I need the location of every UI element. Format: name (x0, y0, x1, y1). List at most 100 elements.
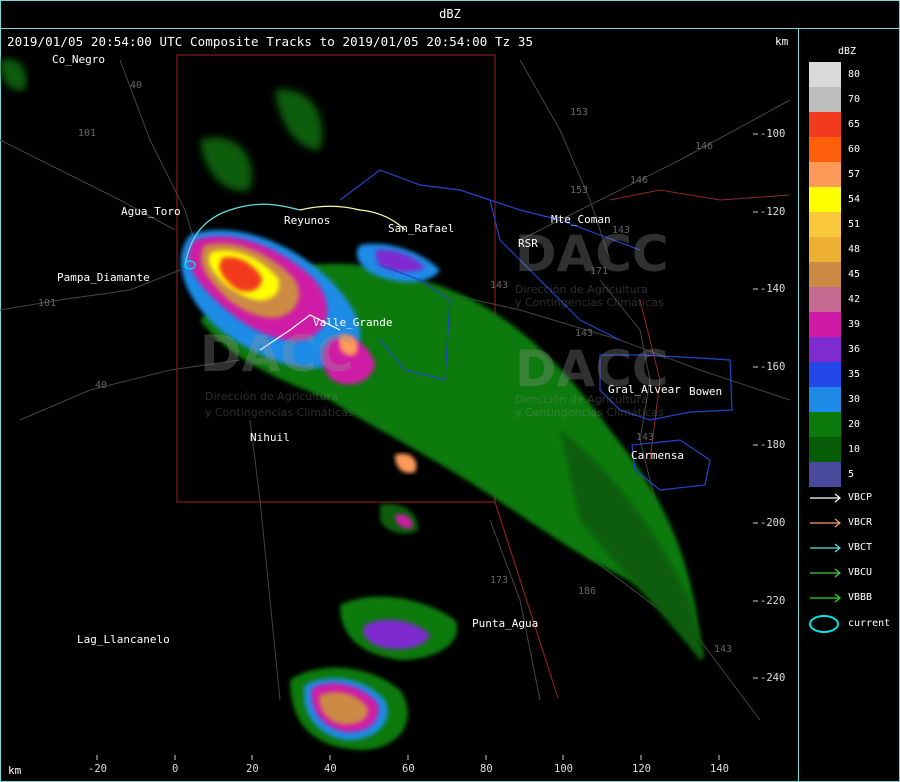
place-label: San_Rafael (388, 222, 455, 235)
x-tick-label: 40 (324, 763, 337, 775)
legend-swatch (809, 337, 841, 362)
legend-swatch (809, 462, 841, 487)
legend-value-label: 39 (848, 319, 861, 330)
watermark-line2-2: y Contingencias Climáticas (515, 296, 664, 309)
legend-value-label: 65 (848, 119, 861, 130)
legend-swatch (809, 137, 841, 162)
place-label: Agua_Toro (121, 205, 181, 218)
legend-swatch (809, 262, 841, 287)
legend-swatch (809, 312, 841, 337)
place-label: Co_Negro (52, 53, 105, 66)
legend-value-label: 45 (848, 269, 861, 280)
y-tick-label: -120 (760, 206, 786, 218)
legend-swatch (809, 162, 841, 187)
road-number: 143 (636, 432, 655, 443)
place-label: Bowen (689, 385, 723, 398)
road-number: 153 (570, 185, 589, 196)
watermark-line1: Dirección de Agricultura (205, 390, 338, 403)
legend-swatch (809, 287, 841, 312)
header-caption: 2019/01/05 20:54:00 UTC Composite Tracks… (7, 34, 534, 49)
legend-value-label: 36 (848, 344, 861, 355)
place-label: Reyunos (284, 214, 331, 227)
watermark-line2: y Contingencias Climáticas (205, 406, 354, 419)
legend-current-icon (809, 615, 839, 633)
track-legend-label: VBCU (848, 567, 873, 578)
road-number: 146 (630, 175, 649, 186)
place-label: Punta_Agua (472, 617, 539, 630)
road-number: 143 (714, 644, 733, 655)
road-number: 173 (490, 575, 509, 586)
track-legend-label: VBCP (848, 492, 873, 503)
road-number: 40 (130, 80, 143, 91)
track-legend-label: VBCT (848, 542, 873, 553)
legend-swatch (809, 87, 841, 112)
legend-value-label: 42 (848, 294, 861, 305)
radar-map[interactable] (0, 0, 900, 782)
legend-swatch (809, 237, 841, 262)
legend-value-label: 30 (848, 394, 861, 405)
x-tick-label: 140 (710, 763, 729, 775)
road-number: 101 (78, 128, 97, 139)
road-number: 143 (490, 280, 509, 291)
legend-value-label: 80 (848, 69, 861, 80)
y-tick-label: -200 (760, 517, 786, 529)
x-tick-label: 20 (246, 763, 259, 775)
y-axis-unit: km (775, 35, 789, 48)
place-label: Lag_Llancanelo (77, 633, 170, 646)
legend-value-label: 35 (848, 369, 861, 380)
road-number: 146 (695, 141, 714, 152)
road-number: 186 (578, 586, 597, 597)
x-tick-label: 120 (632, 763, 651, 775)
legend-swatch (809, 187, 841, 212)
legend-swatch (809, 112, 841, 137)
road-number: 101 (38, 298, 57, 309)
place-label: Mte_Coman (551, 213, 611, 226)
y-tick-label: -240 (760, 672, 786, 684)
place-label: Nihuil (250, 431, 290, 444)
x-tick-label: 100 (554, 763, 573, 775)
road-number: 153 (570, 107, 589, 118)
watermark-line2-3: y Contingencias Climáticas (515, 406, 664, 419)
legend-units: dBZ (838, 46, 857, 57)
x-tick-label: -20 (88, 763, 107, 775)
legend-swatch (809, 212, 841, 237)
legend-value-label: 57 (848, 169, 861, 180)
y-tick-label: -180 (760, 439, 786, 451)
x-tick-label: 80 (480, 763, 493, 775)
legend-swatch (809, 412, 841, 437)
road-number: 143 (612, 225, 631, 236)
legend-value-label: 60 (848, 144, 861, 155)
y-tick-label: -100 (760, 128, 786, 140)
legend-value-label: 48 (848, 244, 861, 255)
place-label: Gral_Alvear (608, 383, 681, 396)
legend-current-label: current (848, 618, 891, 629)
legend-swatch (809, 387, 841, 412)
place-label: RSR (518, 237, 538, 250)
place-label: Carmensa (631, 449, 684, 462)
legend-value-label: 20 (848, 419, 861, 430)
x-tick-label: 0 (172, 763, 179, 775)
road-number: 171 (590, 266, 609, 277)
x-axis-unit: km (8, 764, 22, 777)
road-number: 40 (95, 380, 108, 391)
x-tick-label: 60 (402, 763, 415, 775)
legend-value-label: 51 (848, 219, 861, 230)
place-label: Valle_Grande (313, 316, 393, 329)
y-tick-label: -160 (760, 361, 786, 373)
legend-value-label: 54 (848, 194, 861, 205)
legend-value-label: 10 (848, 444, 861, 455)
legend-swatch (809, 62, 841, 87)
watermark-brand: DACC (200, 325, 354, 383)
watermark-line1-2: Dirección de Agricultura (515, 283, 648, 296)
road-number: 143 (575, 328, 594, 339)
legend-swatch (809, 362, 841, 387)
legend-track-arrows (810, 493, 841, 603)
y-tick-label: -220 (760, 595, 786, 607)
legend-value-label: 5 (848, 469, 855, 480)
legend-value-label: 70 (848, 94, 861, 105)
track-legend-label: VBCR (848, 517, 873, 528)
y-tick-label: -140 (760, 283, 786, 295)
place-label: Pampa_Diamante (57, 271, 150, 284)
legend-swatch (809, 437, 841, 462)
track-legend-label: VBBB (848, 592, 873, 603)
